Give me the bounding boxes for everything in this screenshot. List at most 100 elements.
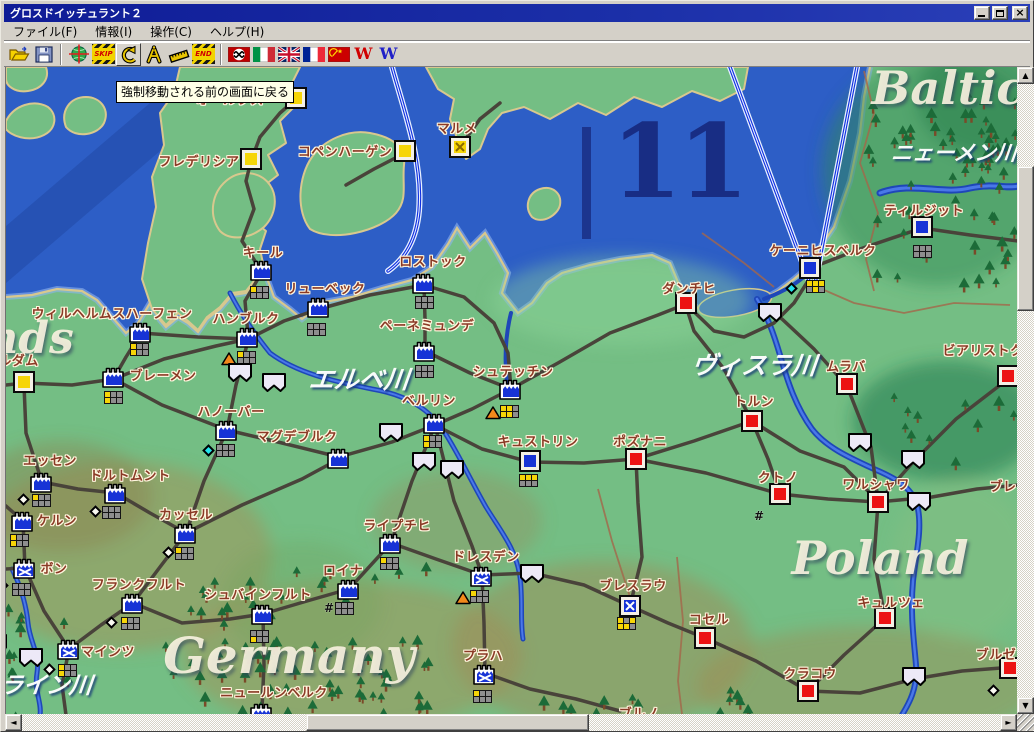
flag-ussr-button[interactable] (326, 43, 351, 66)
factory-marker[interactable] (249, 701, 275, 714)
flag-france-button[interactable] (301, 43, 326, 66)
army-banner[interactable] (261, 372, 287, 397)
maximize-button[interactable] (992, 6, 1008, 20)
factory-marker[interactable] (472, 662, 498, 686)
factory-marker[interactable] (411, 271, 437, 295)
army-banner[interactable] (378, 422, 404, 447)
region-label: Baltic (872, 67, 1017, 111)
vertical-scroll-thumb[interactable] (1017, 166, 1034, 311)
skip-button[interactable]: SKIP (91, 43, 116, 66)
city-marker[interactable] (240, 148, 262, 170)
city-marker[interactable] (836, 373, 858, 395)
factory-marker[interactable] (412, 339, 438, 363)
minimize-button[interactable] (974, 6, 990, 20)
city-marker[interactable] (694, 627, 716, 649)
menu-help[interactable]: ヘルプ(H) (201, 22, 273, 41)
flag-uk-button[interactable] (276, 43, 301, 66)
resize-grip[interactable] (1017, 714, 1034, 731)
factory-marker[interactable] (326, 446, 352, 470)
scroll-left-button[interactable]: ◄ (5, 714, 22, 731)
city-marker[interactable] (997, 365, 1017, 387)
army-banner[interactable] (901, 666, 927, 691)
factory-marker[interactable] (469, 564, 495, 588)
center-map-button[interactable] (66, 43, 91, 66)
factory-marker[interactable] (128, 320, 154, 344)
city-marker[interactable] (911, 216, 933, 238)
unit-triangle-icon[interactable] (485, 405, 501, 424)
factory-marker[interactable] (101, 365, 127, 389)
city-marker[interactable] (797, 680, 819, 702)
production-grid-icon (216, 444, 235, 457)
production-grid-icon (473, 690, 492, 703)
ruler-tool-button[interactable] (166, 43, 191, 66)
flag-germany-button[interactable] (226, 43, 251, 66)
open-file-button[interactable] (6, 43, 31, 66)
factory-marker[interactable] (498, 377, 524, 401)
city-marker[interactable] (799, 257, 821, 279)
army-banner[interactable] (439, 459, 465, 484)
war-status-red-button[interactable]: W (351, 43, 376, 66)
menu-info[interactable]: 情報(I) (86, 22, 141, 41)
city-marker[interactable] (13, 371, 35, 393)
city-marker[interactable] (769, 483, 791, 505)
production-grid-icon (12, 583, 31, 596)
city-marker[interactable] (619, 595, 641, 617)
vertical-scrollbar[interactable]: ▲ ▼ (1017, 67, 1034, 714)
army-banner[interactable] (227, 362, 253, 387)
end-hazard-icon: END (192, 44, 215, 64)
factory-marker[interactable] (214, 418, 240, 442)
scroll-right-button[interactable]: ► (1000, 714, 1017, 731)
map-viewport[interactable]: 11 オールフスフレデリシアコペンハーゲンマルメアムステルダムティルジットケーニ… (5, 67, 1017, 714)
city-label: キュストリン (497, 431, 578, 450)
factory-marker[interactable] (336, 577, 362, 601)
factory-marker[interactable] (10, 509, 36, 533)
title-bar[interactable]: グロスドイッチュラント２ × (4, 4, 1030, 22)
city-label: ティルジット (884, 200, 964, 219)
city-marker[interactable] (394, 140, 416, 162)
city-marker[interactable] (449, 136, 471, 158)
city-marker[interactable] (741, 410, 763, 432)
factory-marker[interactable] (173, 521, 199, 545)
army-banner[interactable] (847, 432, 873, 457)
war-status-blue-button[interactable]: W (376, 43, 401, 66)
army-banner[interactable] (5, 633, 8, 658)
factory-marker[interactable] (56, 637, 82, 661)
city-label: カッセル (159, 504, 213, 523)
factory-marker[interactable] (378, 531, 404, 555)
factory-marker[interactable] (12, 556, 38, 580)
army-banner[interactable] (900, 449, 926, 474)
unit-triangle-icon[interactable] (455, 590, 471, 609)
menu-operation[interactable]: 操作(C) (141, 22, 201, 41)
flag-italy-button[interactable] (251, 43, 276, 66)
factory-marker[interactable] (422, 411, 448, 435)
production-grid-icon (32, 494, 51, 507)
factory-marker[interactable] (103, 481, 129, 505)
factory-marker[interactable] (235, 325, 261, 349)
compass-tool-button[interactable] (141, 43, 166, 66)
factory-marker[interactable] (29, 470, 55, 494)
scroll-up-button[interactable]: ▲ (1017, 67, 1034, 84)
army-banner[interactable] (519, 563, 545, 588)
factory-marker[interactable] (249, 258, 275, 282)
factory-marker[interactable] (120, 591, 146, 615)
menu-file[interactable]: ファイル(F) (4, 22, 86, 41)
end-turn-button[interactable]: END (191, 43, 216, 66)
horizontal-scroll-thumb[interactable] (306, 714, 589, 731)
scroll-down-button[interactable]: ▼ (1017, 697, 1034, 714)
city-marker[interactable] (625, 448, 647, 470)
army-banner[interactable] (411, 451, 437, 476)
city-marker[interactable] (867, 491, 889, 513)
factory-marker[interactable] (250, 602, 276, 626)
horizontal-scrollbar[interactable]: ◄ ► (5, 714, 1017, 731)
w-red-icon: W (355, 46, 373, 62)
city-label: ブルゼ (976, 644, 1017, 663)
save-button[interactable] (31, 43, 56, 66)
undo-move-button[interactable] (116, 43, 141, 66)
army-banner[interactable] (18, 647, 44, 672)
close-button[interactable]: × (1012, 6, 1028, 20)
army-banner[interactable] (906, 491, 932, 516)
city-marker[interactable] (519, 450, 541, 472)
hash-icon: # (324, 601, 334, 615)
factory-marker[interactable] (306, 295, 332, 319)
army-banner[interactable] (757, 302, 783, 327)
